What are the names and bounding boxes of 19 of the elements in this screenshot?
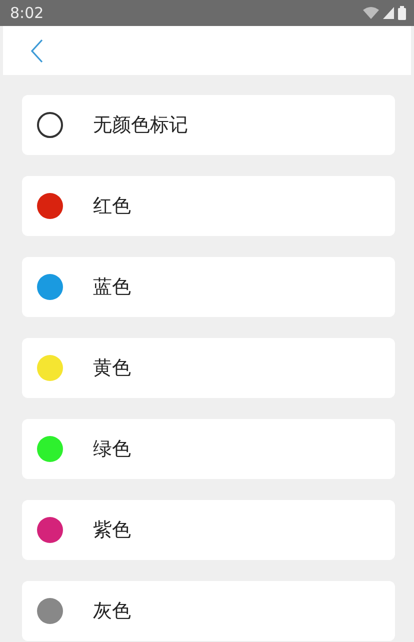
color-label: 红色 bbox=[93, 194, 131, 219]
color-option[interactable]: 黄色 bbox=[22, 338, 395, 398]
color-label: 蓝色 bbox=[93, 275, 131, 300]
wifi-icon bbox=[363, 7, 379, 19]
signal-icon bbox=[383, 7, 394, 19]
status-time: 8:02 bbox=[10, 4, 44, 22]
battery-icon bbox=[398, 6, 406, 20]
empty-circle-icon bbox=[37, 112, 63, 138]
color-label: 无颜色标记 bbox=[93, 113, 188, 138]
color-option[interactable]: 红色 bbox=[22, 176, 395, 236]
color-label: 绿色 bbox=[93, 437, 131, 462]
color-option[interactable]: 无颜色标记 bbox=[22, 95, 395, 155]
color-label: 紫色 bbox=[93, 518, 131, 543]
color-option[interactable]: 蓝色 bbox=[22, 257, 395, 317]
color-option[interactable]: 绿色 bbox=[22, 419, 395, 479]
color-label: 黄色 bbox=[93, 356, 131, 381]
color-option[interactable]: 紫色 bbox=[22, 500, 395, 560]
color-option[interactable]: 灰色 bbox=[22, 581, 395, 641]
color-label: 灰色 bbox=[93, 599, 131, 624]
